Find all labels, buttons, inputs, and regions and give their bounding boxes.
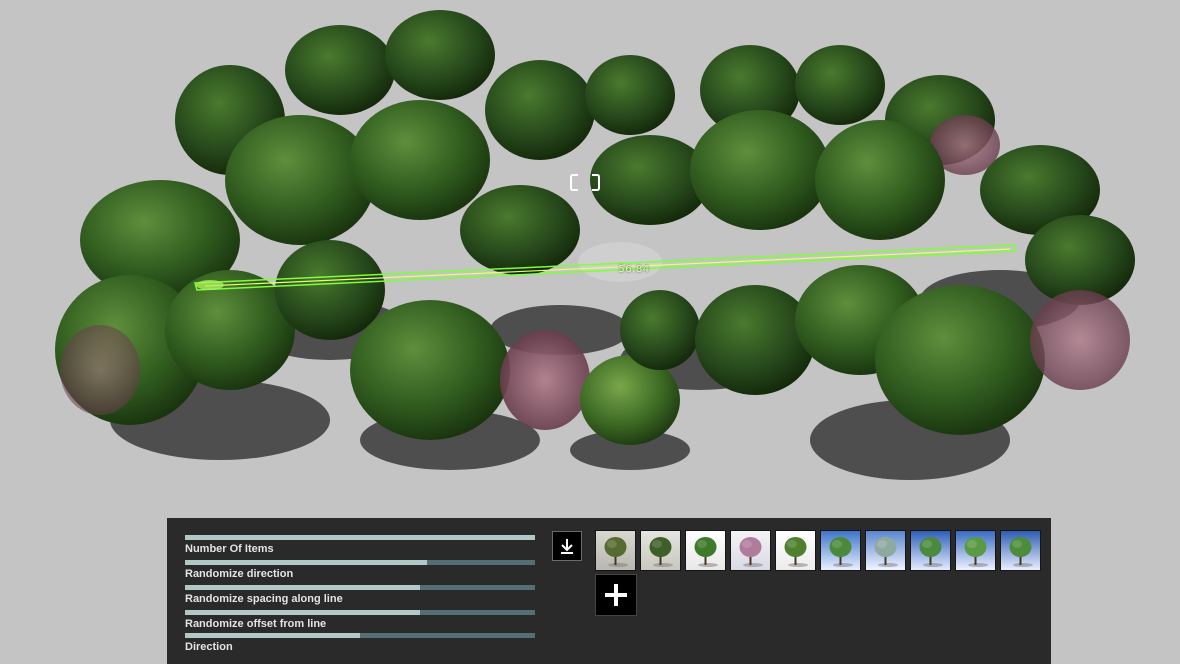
tree-thumbnail-7[interactable] [865, 530, 906, 571]
slider-fill [185, 535, 535, 540]
distance-readout: 56.84 [618, 264, 650, 275]
slider-track[interactable] [185, 535, 535, 540]
tree-canopies [55, 10, 1135, 445]
slider-label: Randomize direction [185, 568, 294, 580]
tree-thumbnail-3[interactable] [685, 530, 726, 571]
slider-track[interactable] [185, 610, 535, 615]
download-icon [561, 539, 573, 554]
slider-track[interactable] [185, 560, 535, 565]
tree-thumbnail-4[interactable] [730, 530, 771, 571]
tree-thumbnail-1[interactable] [595, 530, 636, 571]
tree-thumbnail-6[interactable] [820, 530, 861, 571]
tree-icon [739, 537, 763, 567]
slider-fill [185, 633, 360, 638]
tree-icon [829, 537, 853, 567]
tree-thumbnail-2[interactable] [640, 530, 681, 571]
tree-icon [649, 537, 673, 567]
add-asset-button[interactable] [595, 574, 637, 616]
download-button[interactable] [552, 531, 582, 561]
slider-label: Direction [185, 641, 233, 653]
slider-label: Number Of Items [185, 543, 274, 555]
plus-icon [605, 584, 627, 606]
tree-icon [874, 537, 898, 567]
slider-fill [185, 585, 420, 590]
tree-thumbnail-10[interactable] [1000, 530, 1041, 571]
slider-track[interactable] [185, 585, 535, 590]
tree-icon [784, 537, 808, 567]
tree-icon [1009, 537, 1033, 567]
scatter-tool-panel: Number Of Items Randomize direction Random… [167, 518, 1051, 664]
slider-fill [185, 610, 420, 615]
tree-thumbnail-8[interactable] [910, 530, 951, 571]
tree-icon [919, 537, 943, 567]
tree-icon [694, 537, 718, 567]
tree-icon [604, 537, 628, 567]
tree-thumbnail-9[interactable] [955, 530, 996, 571]
slider-track[interactable] [185, 633, 535, 638]
tree-thumbnail-5[interactable] [775, 530, 816, 571]
slider-label: Randomize offset from line [185, 618, 327, 630]
slider-fill [185, 560, 427, 565]
slider-label: Randomize spacing along line [185, 593, 343, 605]
tree-icon [964, 537, 988, 567]
